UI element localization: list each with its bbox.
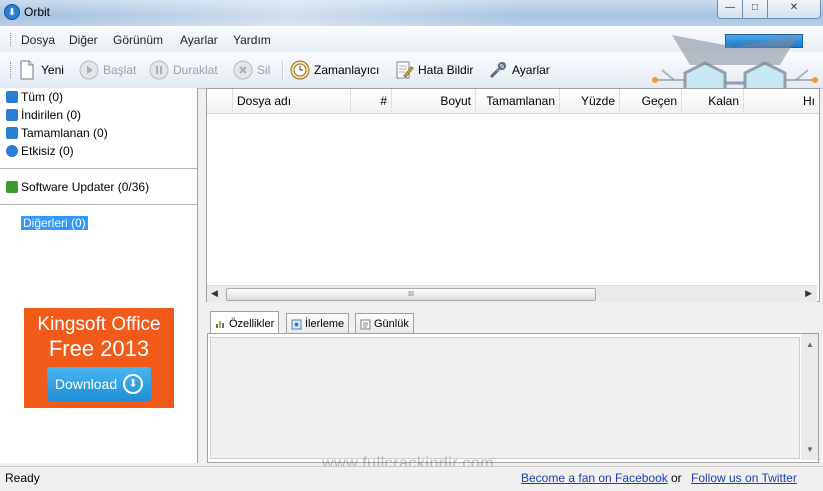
- sidebar-item-others[interactable]: Diğerleri (0): [6, 214, 88, 231]
- details-content: [210, 337, 800, 459]
- sidebar-item-label: Software Updater (0/36): [21, 179, 150, 194]
- play-icon: [79, 60, 99, 80]
- scheduler-button[interactable]: Zamanlayıcı: [290, 59, 379, 81]
- status-bar: Ready Become a fan on Facebook or Follow…: [0, 466, 823, 491]
- toolbar-grip: [10, 62, 14, 78]
- vertical-scrollbar[interactable]: ▲ ▼: [801, 334, 818, 460]
- menu-grip: [10, 33, 14, 46]
- sidebar-item-all[interactable]: Tüm (0): [6, 88, 63, 105]
- menu-ayarlar[interactable]: Ayarlar: [180, 33, 218, 47]
- sidebar-item-label: Diğerleri (0): [21, 215, 88, 230]
- column-header-icon[interactable]: [207, 89, 233, 113]
- column-header-filename[interactable]: Dosya adı: [233, 89, 351, 113]
- title-bar-glass: [60, 0, 520, 26]
- column-header-elapsed[interactable]: Geçen: [620, 89, 682, 113]
- scroll-left-icon[interactable]: ◀: [211, 288, 218, 299]
- report-pencil-icon: [394, 60, 414, 80]
- delete-button-label: Sil: [257, 63, 271, 77]
- menu-dosya[interactable]: Dosya: [21, 33, 55, 47]
- new-button-label: Yeni: [41, 63, 64, 77]
- maximize-button[interactable]: □: [742, 0, 768, 19]
- menu-gorunum[interactable]: Görünüm: [113, 33, 163, 47]
- menu-diger[interactable]: Diğer: [69, 33, 98, 47]
- download-arrow-icon: [6, 108, 18, 121]
- column-header-remaining[interactable]: Kalan: [682, 89, 744, 113]
- sidebar-item-label: Tamamlanan (0): [21, 125, 108, 140]
- scrollbar-thumb[interactable]: III: [226, 288, 596, 301]
- delete-button[interactable]: Sil: [233, 59, 270, 81]
- others-icon: [6, 217, 18, 229]
- tab-properties[interactable]: Özellikler: [210, 311, 280, 335]
- scroll-up-icon[interactable]: ▲: [806, 340, 814, 349]
- tab-log[interactable]: Günlük: [355, 313, 414, 334]
- ad-title: Kingsoft Office: [37, 314, 161, 335]
- status-or-text: or: [671, 471, 682, 485]
- kingsoft-ad-banner[interactable]: Kingsoft Office Free 2013 Download ⬇: [24, 308, 174, 408]
- tab-label: İlerleme: [305, 318, 345, 330]
- start-button[interactable]: Başlat: [79, 59, 136, 81]
- report-error-button-label: Hata Bildir: [418, 63, 474, 77]
- ad-download-label: Download: [54, 376, 118, 392]
- inactive-icon: [6, 144, 18, 157]
- sidebar-item-label: Tüm (0): [21, 89, 63, 104]
- settings-button-label: Ayarlar: [512, 63, 550, 77]
- toolbar-separator: [282, 60, 284, 80]
- delete-icon: [233, 60, 253, 80]
- tab-label: Özellikler: [229, 317, 275, 330]
- scheduler-button-label: Zamanlayıcı: [314, 63, 380, 77]
- title-bar: ⬇ Orbit — □ ✕: [0, 0, 823, 26]
- tab-label: Günlük: [374, 318, 409, 330]
- window-title: Orbit: [24, 5, 51, 19]
- sidebar-item-label: İndirilen (0): [21, 107, 82, 122]
- sidebar-item-completed[interactable]: Tamamlanan (0): [6, 124, 108, 141]
- settings-button[interactable]: Ayarlar: [488, 59, 550, 81]
- tab-progress[interactable]: İlerleme: [286, 313, 350, 334]
- column-header-completed[interactable]: Tamamlanan: [476, 89, 560, 113]
- pause-button[interactable]: Duraklat: [149, 59, 218, 81]
- horizontal-scrollbar[interactable]: ◀ III ▶: [207, 285, 817, 302]
- scroll-down-icon[interactable]: ▼: [806, 445, 814, 454]
- status-text: Ready: [5, 471, 40, 485]
- download-list[interactable]: Dosya adı # Boyut Tamamlanan Yüzde Geçen…: [206, 88, 820, 302]
- details-pane: ▲ ▼: [207, 333, 819, 463]
- list-column-headers: Dosya adı # Boyut Tamamlanan Yüzde Geçen…: [207, 89, 819, 114]
- pause-button-label: Duraklat: [173, 63, 218, 77]
- new-document-icon: [17, 60, 37, 80]
- facebook-link[interactable]: Become a fan on Facebook: [521, 471, 668, 485]
- report-error-button[interactable]: Hata Bildir: [394, 59, 473, 81]
- scroll-right-icon[interactable]: ▶: [805, 288, 812, 299]
- column-header-number[interactable]: #: [351, 89, 392, 113]
- menu-yardim[interactable]: Yardım: [233, 33, 271, 47]
- clock-icon: [290, 60, 310, 80]
- sidebar-item-inactive[interactable]: Etkisiz (0): [6, 142, 74, 159]
- category-sidebar: Tüm (0) İndirilen (0) Tamamlanan (0) Etk…: [0, 88, 198, 463]
- updater-icon: [6, 180, 18, 193]
- progress-page-icon: [291, 319, 302, 330]
- close-button[interactable]: ✕: [767, 0, 821, 19]
- sidebar-divider: [0, 204, 197, 205]
- chart-icon: [215, 318, 226, 329]
- download-arrow-icon: ⬇: [123, 374, 144, 394]
- sidebar-divider: [0, 168, 197, 169]
- sidebar-item-downloading[interactable]: İndirilen (0): [6, 106, 81, 123]
- completed-icon: [6, 126, 18, 139]
- new-button[interactable]: Yeni: [17, 59, 64, 81]
- pause-icon: [149, 60, 169, 80]
- column-header-size[interactable]: Boyut: [392, 89, 476, 113]
- twitter-link[interactable]: Follow us on Twitter: [691, 471, 797, 485]
- sidebar-item-software-updater[interactable]: Software Updater (0/36): [6, 178, 149, 195]
- ad-subtitle: Free 2013: [48, 336, 150, 361]
- sidebar-item-label: Etkisiz (0): [21, 143, 74, 158]
- column-header-percent[interactable]: Yüzde: [560, 89, 620, 113]
- ad-download-button[interactable]: Download ⬇: [47, 367, 151, 401]
- list-icon: [6, 90, 18, 103]
- minimize-button[interactable]: —: [717, 0, 743, 19]
- tools-icon: [488, 60, 508, 80]
- log-page-icon: [360, 319, 371, 330]
- orbit-app-icon: ⬇: [4, 4, 20, 20]
- start-button-label: Başlat: [103, 63, 137, 77]
- column-header-speed[interactable]: Hı: [744, 89, 819, 113]
